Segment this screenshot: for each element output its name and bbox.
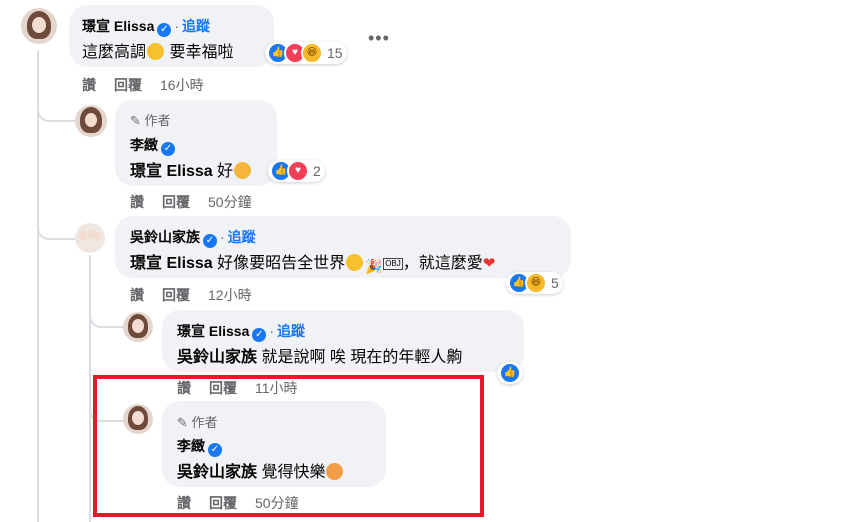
comment-text: 這麼高調 要幸福啦	[82, 43, 234, 61]
timestamp[interactable]: 12小時	[208, 287, 252, 303]
mention-link[interactable]: 璟宣 Elissa	[130, 255, 213, 272]
reply-button[interactable]: 回覆	[162, 194, 190, 210]
thread-connector	[89, 300, 123, 328]
avatar[interactable]	[75, 105, 107, 137]
rofl-emoji-icon	[147, 43, 165, 60]
avatar[interactable]	[75, 223, 105, 253]
thread-line	[37, 50, 39, 522]
comment-author[interactable]: 璟宣 Elissa ✓ · 追蹤	[82, 16, 210, 37]
thread-line	[89, 255, 91, 522]
like-button[interactable]: 讚	[130, 287, 144, 303]
thread-connector	[37, 210, 75, 240]
love-reaction-icon: ♥	[287, 160, 309, 182]
separator-dot: ·	[220, 229, 225, 245]
mention-link[interactable]: 璟宣 Elissa	[130, 163, 213, 180]
verified-icon: ✓	[157, 23, 172, 37]
follow-button[interactable]: 追蹤	[228, 229, 256, 245]
more-options-button[interactable]: •••	[368, 28, 390, 49]
comment-text: 吳鈴山家族 就是說啊 唉 現在的年輕人齁	[177, 349, 463, 366]
avatar[interactable]	[21, 8, 57, 44]
separator-dot: ·	[174, 18, 180, 34]
separator-dot: ·	[269, 323, 275, 339]
comment-author[interactable]: 璟宣 Elissa ✓ · 追蹤	[177, 321, 305, 342]
reaction-summary[interactable]: 👍 ♥ 2	[268, 160, 325, 182]
haha-reaction-icon: 😆	[525, 272, 547, 294]
pencil-icon: ✎	[130, 113, 141, 128]
party-popper-icon: 🎉	[365, 258, 383, 274]
author-name[interactable]: 吳鈴山家族	[130, 229, 200, 245]
like-button[interactable]: 讚	[82, 77, 96, 93]
reaction-summary[interactable]: 👍 ♥ 😆 15	[265, 42, 347, 64]
reaction-summary[interactable]: 👍	[497, 362, 523, 384]
haha-reaction-icon: 😆	[301, 42, 323, 64]
reaction-count: 15	[327, 45, 343, 61]
mention-link[interactable]: 吳鈴山家族	[177, 349, 257, 366]
verified-icon: ✓	[252, 328, 267, 342]
obj-glyph: OBJ	[383, 258, 403, 270]
highlight-box	[93, 375, 484, 517]
comment-actions: 讚 回覆 16小時	[82, 75, 222, 95]
comment-author[interactable]: 李緻 ✓	[130, 135, 175, 156]
comment-author[interactable]: 吳鈴山家族 ✓ · 追蹤	[130, 227, 256, 248]
comment-text: 璟宣 Elissa 好像要昭告全世界 🎉 OBJ ，就這麼愛❤	[130, 254, 496, 274]
reply-button[interactable]: 回覆	[162, 287, 190, 303]
author-name[interactable]: 李緻	[130, 137, 158, 153]
timestamp[interactable]: 16小時	[160, 77, 204, 93]
reaction-summary[interactable]: 👍 😆 5	[506, 272, 563, 294]
smiling-emoji-icon	[234, 162, 252, 179]
comment-text: 璟宣 Elissa 好	[130, 157, 252, 181]
timestamp[interactable]: 50分鐘	[208, 194, 252, 210]
reply-button[interactable]: 回覆	[114, 77, 142, 93]
author-badge: ✎ 作者	[130, 113, 171, 128]
comment-actions: 讚 回覆 12小時	[130, 285, 270, 305]
verified-icon: ✓	[203, 234, 217, 248]
like-reaction-icon: 👍	[499, 362, 521, 384]
verified-icon: ✓	[161, 142, 175, 156]
thread-connector	[37, 96, 75, 122]
comment-actions: 讚 回覆 50分鐘	[130, 192, 270, 212]
like-button[interactable]: 讚	[130, 194, 144, 210]
reaction-count: 2	[313, 163, 321, 179]
rofl-emoji-icon	[346, 254, 364, 271]
heart-emoji-icon: ❤	[482, 255, 496, 272]
reaction-count: 5	[551, 275, 559, 291]
follow-button[interactable]: 追蹤	[277, 323, 305, 339]
follow-button[interactable]: 追蹤	[182, 18, 210, 34]
author-name[interactable]: 璟宣 Elissa	[82, 18, 154, 34]
author-name[interactable]: 璟宣 Elissa	[177, 323, 249, 339]
avatar[interactable]	[123, 312, 153, 342]
